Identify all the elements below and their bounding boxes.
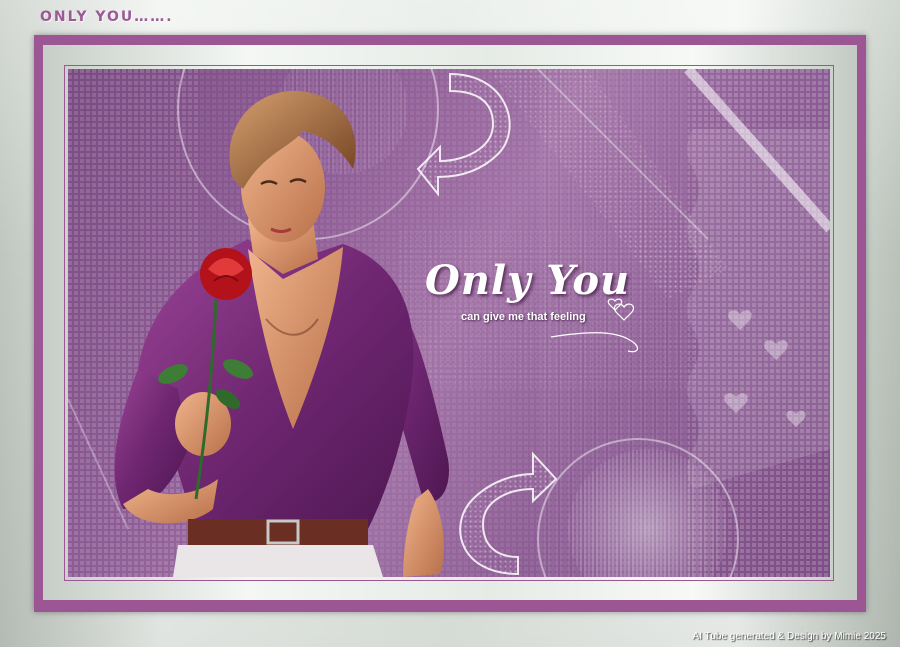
artwork-canvas: Only You can give me that feeling [68,69,830,577]
artwork-title: Only You [425,257,631,304]
credit-text: AI Tube generated & Design by Mimie 2025 [692,631,886,642]
artwork-background [68,69,830,577]
corner-title: ONLY YOU……. [40,9,174,25]
artwork-subtitle: can give me that feeling [461,311,586,323]
